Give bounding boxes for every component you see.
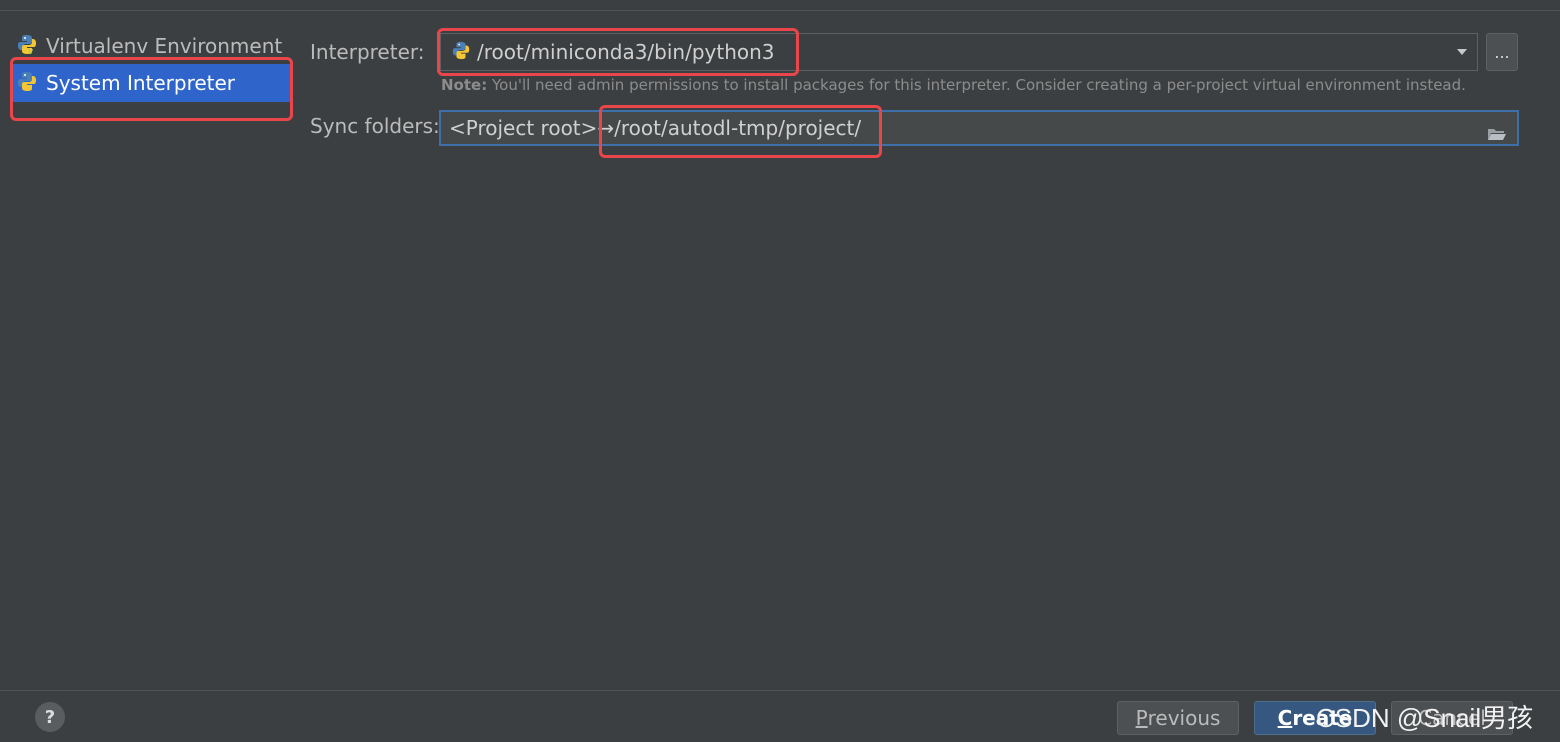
python-icon (451, 40, 471, 65)
sync-folders-field[interactable]: <Project root>→/root/autodl-tmp/project/ (439, 110, 1519, 146)
create-mnemonic: C (1277, 706, 1293, 730)
chevron-down-icon[interactable] (1457, 49, 1467, 55)
previous-label: revious (1147, 706, 1221, 730)
python-icon (16, 70, 38, 97)
interpreter-type-list: v Virtualenv Environment System Interpre… (10, 28, 292, 102)
interpreter-label: Interpreter: (310, 40, 425, 64)
interpreter-path: /root/miniconda3/bin/python3 (477, 40, 775, 64)
admin-note: Note: You'll need admin permissions to i… (441, 76, 1466, 94)
sidebar-item-virtualenv[interactable]: v Virtualenv Environment (10, 28, 292, 64)
previous-button[interactable]: Previous (1117, 701, 1239, 735)
note-text: You'll need admin permissions to install… (487, 76, 1466, 94)
note-prefix: Note: (441, 76, 488, 94)
top-divider (0, 10, 1560, 11)
browse-interpreter-button[interactable]: ... (1486, 33, 1518, 71)
interpreter-combobox[interactable]: /root/miniconda3/bin/python3 (440, 33, 1478, 71)
sync-folders-label: Sync folders: (310, 114, 440, 138)
sidebar-item-system-interpreter[interactable]: System Interpreter (10, 64, 292, 102)
svg-text:v: v (28, 47, 34, 55)
folder-icon[interactable] (1487, 122, 1507, 140)
python-virtualenv-icon: v (16, 33, 38, 60)
sync-folders-value: <Project root>→/root/autodl-tmp/project/ (449, 116, 862, 140)
previous-mnemonic: P (1135, 706, 1148, 730)
sidebar-item-label: System Interpreter (46, 71, 236, 95)
watermark-text: CSDN @Snail男孩 (1316, 703, 1534, 733)
bottom-divider (0, 690, 1560, 691)
help-button[interactable]: ? (35, 702, 65, 732)
sidebar-item-label: Virtualenv Environment (46, 34, 283, 58)
